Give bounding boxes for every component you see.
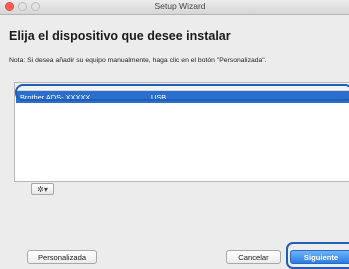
page-heading: Elija el dispositivo que desee instalar xyxy=(9,29,231,43)
setup-wizard-window: Setup Wizard Elija el dispositivo que de… xyxy=(0,0,349,269)
title-bar: Setup Wizard xyxy=(0,0,349,15)
selection-highlight xyxy=(15,84,349,101)
custom-button[interactable]: Personalizada xyxy=(27,250,97,264)
gear-icon[interactable]: ✲▾ xyxy=(31,183,54,195)
window-title: Setup Wizard xyxy=(154,1,206,11)
cancel-button[interactable]: Cancelar xyxy=(226,250,281,264)
next-button-highlight xyxy=(286,242,349,269)
manual-add-note: Nota: Si desea añadir su equipo manualme… xyxy=(9,57,267,64)
